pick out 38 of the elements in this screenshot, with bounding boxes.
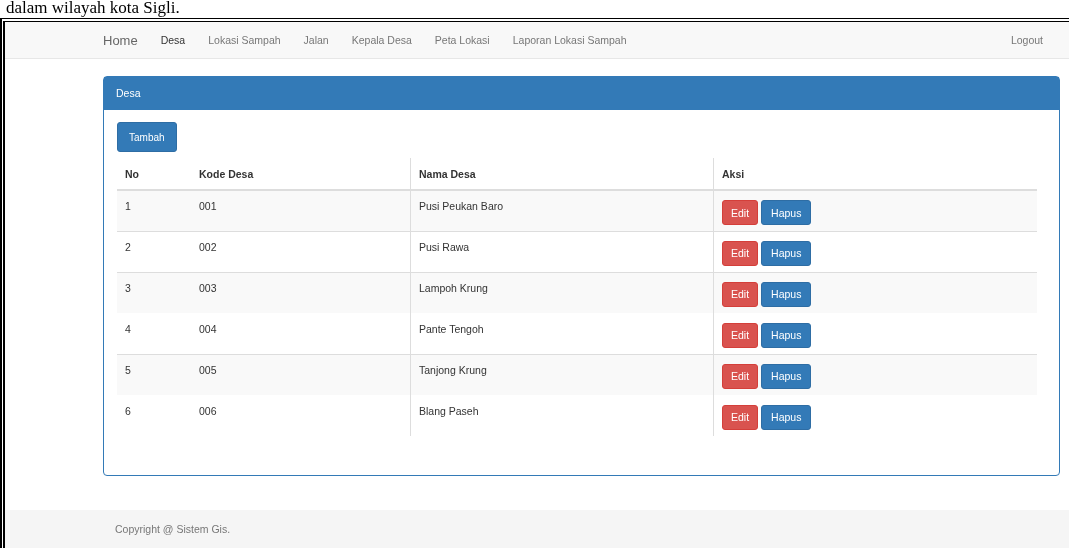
delete-button[interactable]: Hapus <box>761 281 812 307</box>
table-cell: 6 <box>117 395 191 437</box>
delete-button[interactable]: Hapus <box>761 363 812 389</box>
delete-button[interactable]: Hapus <box>761 200 812 226</box>
nav-link[interactable]: Peta Lokasi <box>434 34 490 46</box>
panel-title: Desa <box>104 77 1059 111</box>
edit-button[interactable]: Edit <box>722 281 759 307</box>
edit-button[interactable]: Edit <box>722 322 759 348</box>
edit-button[interactable]: Edit <box>722 200 759 226</box>
nav-link[interactable]: Jalan <box>303 34 329 46</box>
edit-button[interactable]: Edit <box>722 240 759 266</box>
table-cell: 1 <box>117 190 191 232</box>
caption-text: dalam wilayah kota Sigli. <box>5 0 181 18</box>
edit-button[interactable]: Edit <box>722 363 759 389</box>
edit-button[interactable]: Edit <box>722 404 759 430</box>
nav-link[interactable]: Kepala Desa <box>351 34 412 46</box>
delete-button[interactable]: Hapus <box>761 322 812 348</box>
table-cell: 003 <box>191 272 411 314</box>
table-cell: 5 <box>117 354 191 396</box>
logout-link[interactable]: Logout <box>1010 34 1043 46</box>
nav-link[interactable]: Desa <box>160 34 186 46</box>
table-cell: Tanjong Krung <box>410 354 714 396</box>
table-cell: Blang Paseh <box>410 395 714 437</box>
home-link[interactable]: Home <box>103 32 138 48</box>
table-cell: Lampoh Krung <box>410 272 714 314</box>
nav-link[interactable]: Lokasi Sampah <box>208 34 281 46</box>
copyright-text: Copyright @ Sistem Gis. <box>115 523 231 535</box>
table-cell: 3 <box>117 272 191 314</box>
delete-button[interactable]: Hapus <box>761 240 812 266</box>
delete-button[interactable]: Hapus <box>761 404 812 430</box>
add-button[interactable]: Tambah <box>117 122 177 153</box>
table-cell: 004 <box>191 313 411 355</box>
table-cell: Pusi Peukan Baro <box>410 190 714 232</box>
table-cell: 006 <box>191 395 411 437</box>
nav-link[interactable]: Laporan Lokasi Sampah <box>512 34 627 46</box>
table-cell: 4 <box>117 313 191 355</box>
table-cell: 005 <box>191 354 411 396</box>
table-cell: 001 <box>191 190 411 232</box>
